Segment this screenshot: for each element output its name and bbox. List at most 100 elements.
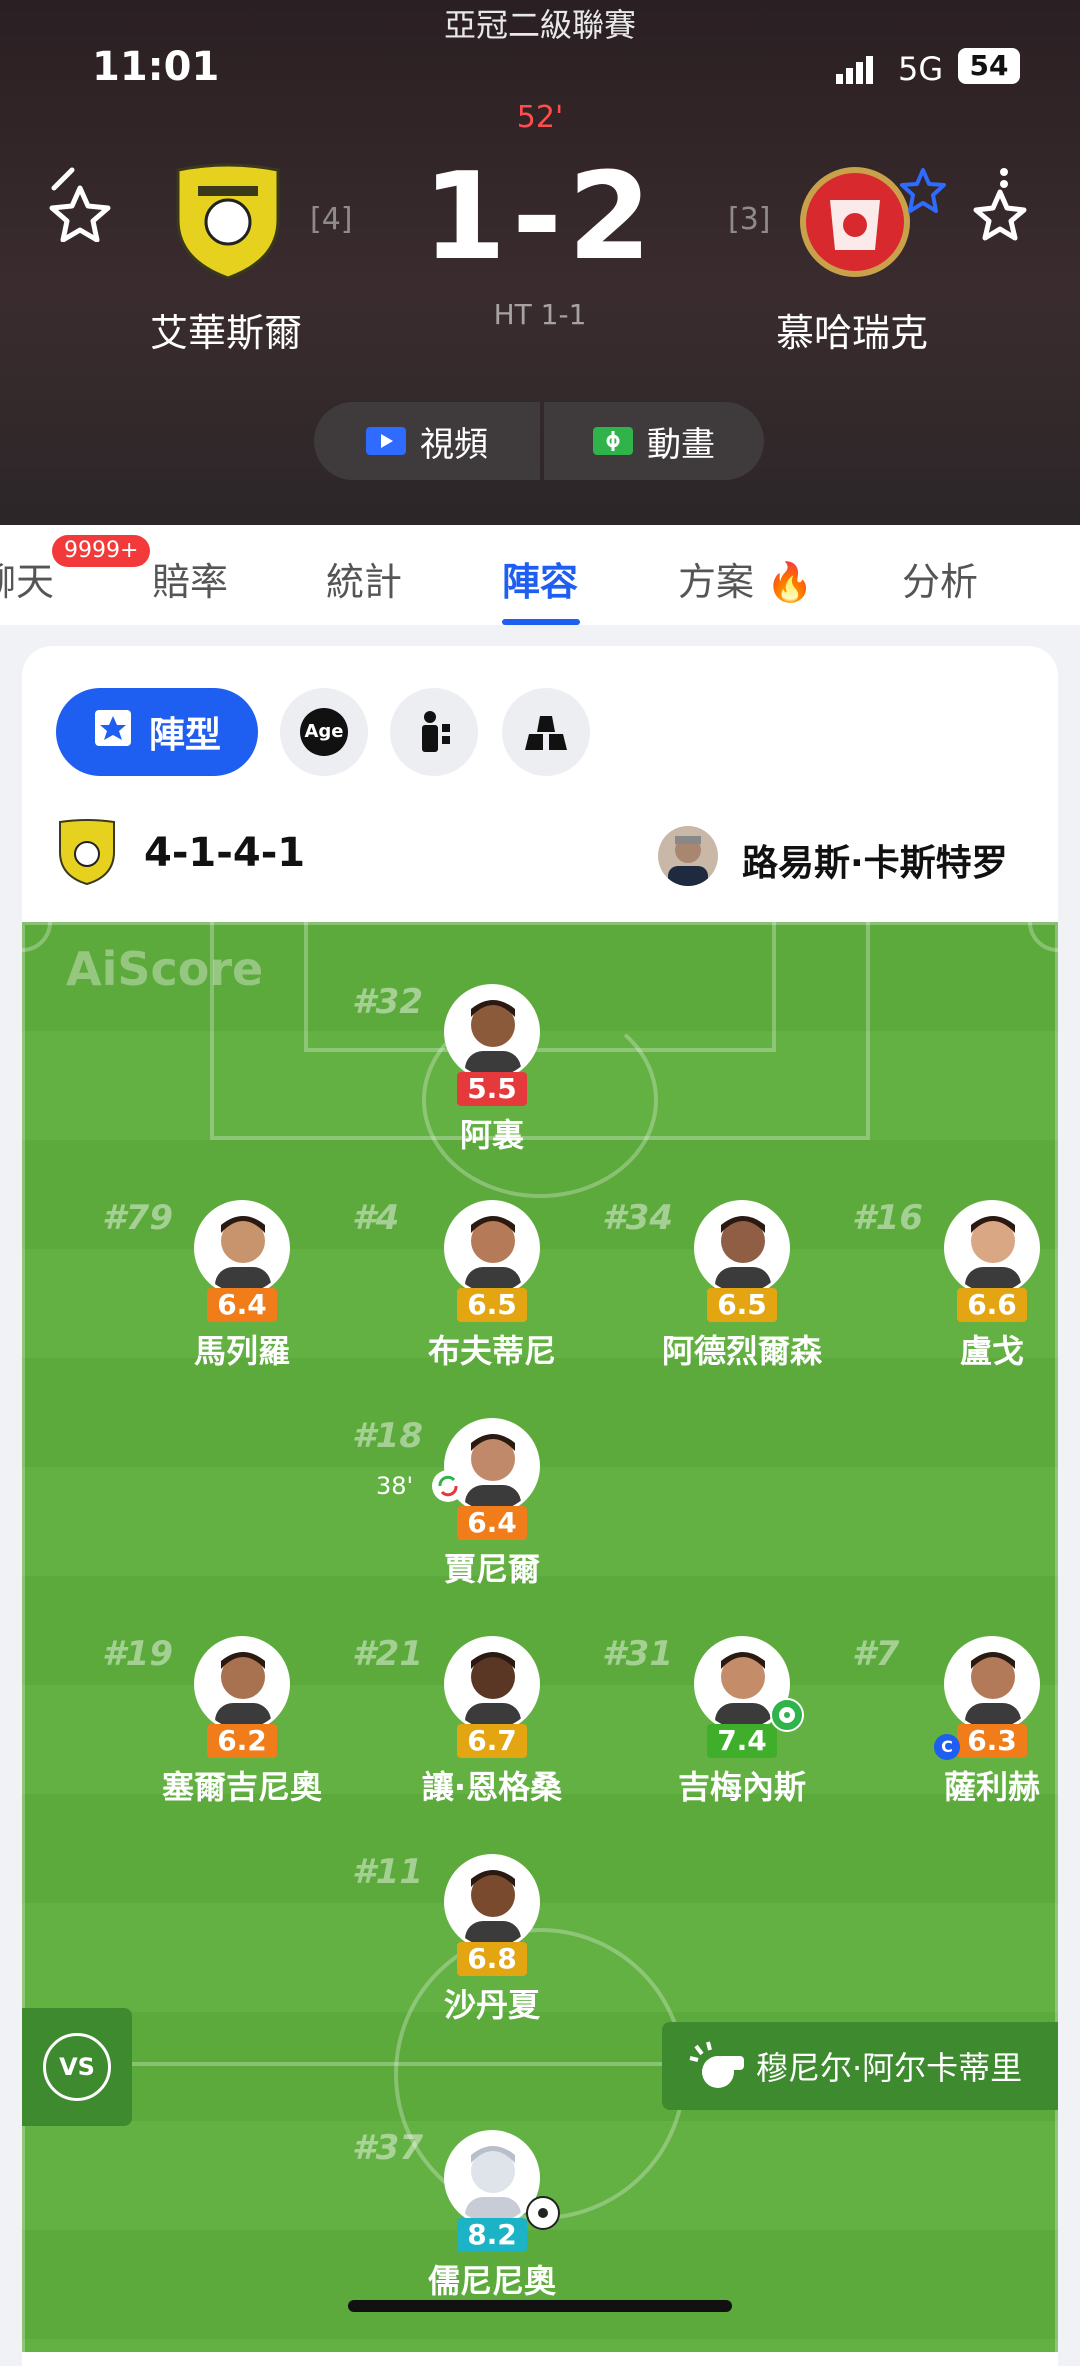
- animation-label: 動畫: [647, 424, 715, 465]
- status-time: 11:01: [92, 44, 220, 90]
- substitution-icon: [432, 1470, 464, 1502]
- tab-plans[interactable]: 方案 🔥: [678, 551, 813, 606]
- battery-level: 54: [969, 49, 1009, 82]
- player-card[interactable]: #34 6.5 阿德烈爾森: [602, 1198, 872, 1372]
- player-rating: 6.4: [457, 1506, 527, 1540]
- substitution-minute: 38': [376, 1472, 414, 1500]
- player-number: #37: [352, 2128, 423, 2168]
- follow-match-icon[interactable]: [968, 166, 1032, 242]
- player-card[interactable]: #4 6.5 布夫蒂尼: [352, 1198, 622, 1372]
- player-number: #19: [102, 1634, 173, 1674]
- player-number: #7: [852, 1634, 900, 1674]
- player-rating: 6.8: [457, 1942, 527, 1976]
- player-rating: 6.5: [457, 1288, 527, 1322]
- player-number: #21: [352, 1634, 423, 1674]
- video-button[interactable]: 視頻: [314, 402, 540, 480]
- player-avatar: [694, 1200, 790, 1296]
- pitch: AiScore VS 穆尼尔·阿尔卡蒂里 #32 5.5 阿裏 #79 6.4 馬列羅 #4…: [22, 922, 1058, 2352]
- video-play-icon: [366, 427, 406, 455]
- player-name: 馬列羅: [193, 1332, 290, 1370]
- away-favorite-star-icon[interactable]: [898, 166, 948, 216]
- fire-icon: 🔥: [766, 560, 814, 604]
- player-rating: 6.6: [957, 1288, 1027, 1322]
- battery-icon: 54: [958, 48, 1020, 84]
- captain-icon: C: [934, 1734, 960, 1760]
- away-team-rank: [3]: [728, 202, 771, 237]
- player-position-view-button[interactable]: [390, 688, 478, 776]
- player-card[interactable]: #79 6.4 馬列羅: [102, 1198, 372, 1372]
- coach-name: 路易斯·卡斯特罗: [742, 843, 1008, 884]
- away-team-logo[interactable]: [800, 160, 910, 280]
- team-logo-small: [56, 818, 118, 886]
- player-card[interactable]: #7 6.3 薩利赫 C: [852, 1634, 1058, 1808]
- signal-icon: [836, 54, 876, 84]
- player-card[interactable]: #19 6.2 塞爾吉尼奧: [102, 1634, 372, 1808]
- player-name: 吉梅內斯: [677, 1768, 806, 1806]
- tab-odds[interactable]: 賠率: [152, 551, 228, 606]
- player-rating: 8.2: [457, 2218, 527, 2252]
- player-card[interactable]: #21 6.7 讓·恩格桑: [352, 1634, 622, 1808]
- player-rating: 6.3: [957, 1724, 1027, 1758]
- vs-label: VS: [43, 2033, 111, 2101]
- player-name: 賈尼爾: [443, 1550, 540, 1588]
- referee-tag: 穆尼尔·阿尔卡蒂里: [662, 2022, 1058, 2110]
- player-position-icon: [422, 711, 450, 752]
- player-number: #31: [602, 1634, 673, 1674]
- watermark: AiScore: [66, 942, 264, 996]
- player-name: 塞爾吉尼奧: [161, 1768, 322, 1806]
- league-title: 亞冠二級聯賽: [443, 6, 636, 44]
- player-rating: 5.5: [457, 1072, 527, 1106]
- player-card[interactable]: #11 6.8 沙丹夏: [352, 1852, 622, 2026]
- animation-button[interactable]: 動畫: [544, 402, 764, 480]
- player-card[interactable]: #31 7.4 吉梅內斯: [602, 1634, 872, 1808]
- vs-button[interactable]: VS: [22, 2008, 132, 2126]
- whistle-icon: [689, 2041, 744, 2088]
- animation-pitch-icon: [593, 427, 633, 455]
- home-team-name: 艾華斯爾: [150, 311, 303, 355]
- player-name: 布夫蒂尼: [427, 1332, 556, 1370]
- team-stats-view-button[interactable]: [502, 688, 590, 776]
- tab-bar: 聊天 9999+ 賠率 統計 陣容 方案 🔥 分析: [0, 525, 1080, 625]
- away-team-name: 慕哈瑞克: [776, 311, 929, 355]
- player-card[interactable]: #32 5.5 阿裏: [352, 982, 622, 1156]
- player-number: #79: [102, 1198, 173, 1238]
- network-label: 5G: [898, 50, 944, 88]
- player-name: 阿裏: [459, 1116, 524, 1154]
- goal-ball-icon: [770, 1698, 804, 1732]
- player-number: #34: [602, 1198, 673, 1238]
- player-name: 阿德烈爾森: [661, 1332, 822, 1370]
- player-name: 讓·恩格桑: [421, 1768, 563, 1806]
- player-rating: 6.5: [707, 1288, 777, 1322]
- back-favorite-button[interactable]: [44, 166, 114, 243]
- home-team-logo[interactable]: [168, 160, 288, 280]
- formation-label: 4-1-4-1: [144, 830, 306, 876]
- tab-chat-label: 聊天: [0, 560, 55, 604]
- player-avatar: [194, 1636, 290, 1732]
- podium-icon: [525, 716, 567, 750]
- player-rating: 6.2: [207, 1724, 277, 1758]
- tab-chat[interactable]: 聊天: [0, 551, 54, 606]
- tab-stats[interactable]: 統計: [326, 551, 402, 606]
- formation-star-icon: [93, 708, 133, 757]
- player-avatar: [944, 1200, 1040, 1296]
- tab-lineup[interactable]: 陣容: [502, 551, 578, 606]
- player-number: #16: [852, 1198, 923, 1238]
- player-rating: 6.7: [457, 1724, 527, 1758]
- player-card[interactable]: #37 8.2 儒尼尼奧: [352, 2128, 622, 2302]
- player-avatar: [194, 1200, 290, 1296]
- home-team-rank: [4]: [310, 202, 353, 237]
- player-avatar: [444, 1636, 540, 1732]
- player-card[interactable]: #16 6.6 盧戈: [852, 1198, 1058, 1372]
- player-number: #32: [352, 982, 423, 1022]
- ball-icon: [526, 2196, 560, 2230]
- formation-view-button[interactable]: 陣型: [56, 688, 258, 776]
- player-card[interactable]: #18 6.4 賈尼爾 38': [352, 1416, 622, 1590]
- age-view-button[interactable]: Age: [280, 688, 368, 776]
- player-avatar: [944, 1636, 1040, 1732]
- chat-count-badge: 9999+: [52, 535, 151, 567]
- match-minute: 52': [516, 100, 564, 135]
- tab-analysis[interactable]: 分析: [902, 551, 978, 606]
- player-avatar: [444, 1200, 540, 1296]
- player-rating: 6.4: [207, 1288, 277, 1322]
- player-rating: 7.4: [707, 1724, 777, 1758]
